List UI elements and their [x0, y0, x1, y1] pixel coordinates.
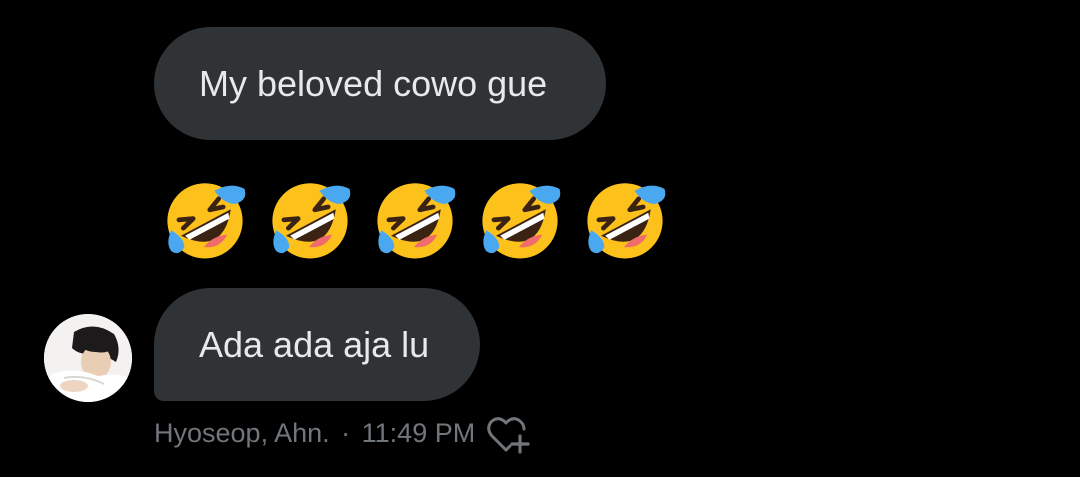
message-bubble[interactable]: My beloved cowo gue [154, 27, 606, 140]
rolling-on-the-floor-laughing-icon [272, 183, 351, 259]
message-bubble[interactable]: Ada ada aja lu [154, 288, 480, 401]
avatar-photo [44, 314, 132, 402]
sender-name: Hyoseop, Ahn. [154, 418, 330, 448]
message-text: Ada ada aja lu [199, 323, 430, 365]
rolling-on-the-floor-laughing-icon [587, 183, 666, 259]
add-reaction-button[interactable] [484, 414, 530, 456]
rolling-on-the-floor-laughing-icon [482, 183, 561, 259]
meta-separator: · [341, 418, 351, 448]
avatar[interactable] [44, 314, 132, 402]
message-text: My beloved cowo gue [199, 62, 548, 104]
heart-plus-icon [487, 417, 530, 454]
rolling-on-the-floor-laughing-icon [377, 183, 456, 259]
emoji-message[interactable] [158, 172, 672, 266]
rolling-on-the-floor-laughing-icon [167, 183, 246, 259]
dm-conversation: My beloved cowo gue Ada ada aja lu Hyose… [0, 0, 1080, 477]
message-meta: Hyoseop, Ahn. · 11:49 PM [154, 418, 475, 449]
message-time: 11:49 PM [361, 418, 476, 448]
